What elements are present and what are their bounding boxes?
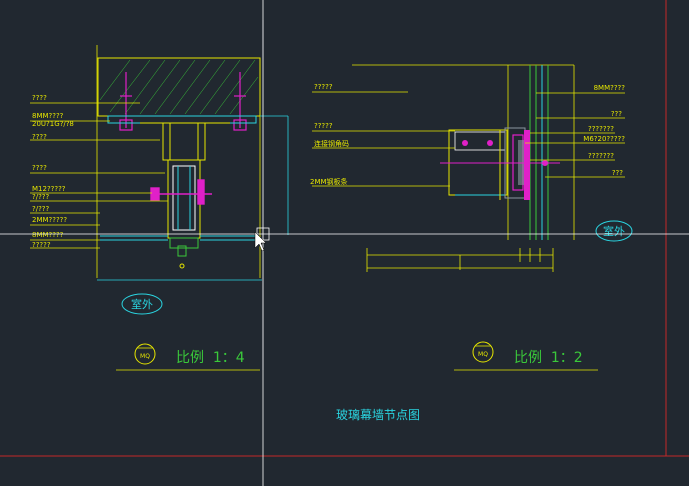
left-label-6: ?/??? <box>32 193 50 201</box>
cad-drawing-canvas[interactable]: ???? 8MM???? 20U?1G?/?8 ???? ???? M12???… <box>0 0 689 486</box>
left-label-10: ????? <box>32 241 51 249</box>
left-detail: ???? 8MM???? 20U?1G?/?8 ???? ???? M12???… <box>30 45 289 371</box>
left-label-5: M12????? <box>32 185 66 193</box>
left-label-3: ???? <box>32 133 47 141</box>
right-scale-text: 比例 1：2 <box>514 350 583 366</box>
right-exterior-tag: 室外 <box>595 220 633 242</box>
right-label-left-1: ????? <box>314 122 333 130</box>
svg-text:室外: 室外 <box>603 224 625 238</box>
right-scale-symbol: MQ 比例 1：2 <box>454 341 598 371</box>
mullion <box>167 159 201 239</box>
left-label-9: 8MM???? <box>32 231 64 239</box>
left-scale-text: 比例 1：4 <box>176 350 245 366</box>
right-label-right-0: 8MM???? <box>594 84 626 92</box>
right-label-left-3: 2MM钢板条 <box>310 177 348 186</box>
drawing-frame <box>0 0 689 457</box>
right-labels-left: ????? ????? 连接钢角码 2MM钢板条 <box>310 83 349 186</box>
left-label-7: ?/??? <box>32 205 50 213</box>
left-label-2: 20U?1G?/?8 <box>32 120 74 128</box>
right-label-right-3: M6?20????? <box>583 135 625 143</box>
left-exterior-tag: 室外 <box>121 293 163 315</box>
left-label-4: ???? <box>32 164 47 172</box>
concrete-slab <box>97 57 261 117</box>
left-label-8: 2MM????? <box>32 216 67 224</box>
anchor-bolts <box>119 72 247 131</box>
right-labels-right: 8MM???? ??? ??????? M6?20????? ??????? ?… <box>583 84 625 177</box>
right-label-right-2: ??????? <box>588 125 614 133</box>
right-label-left-0: ????? <box>314 83 333 91</box>
svg-text:MQ: MQ <box>478 351 488 358</box>
pointer-arrow-icon <box>254 231 267 252</box>
svg-text:MQ: MQ <box>140 353 150 360</box>
right-detail: ????? ????? 连接钢角码 2MM钢板条 8MM???? ??? ???… <box>310 64 633 371</box>
left-label-0: ???? <box>32 94 47 102</box>
right-label-right-1: ??? <box>611 110 622 118</box>
right-label-right-5: ??? <box>612 169 623 177</box>
mullion-bolt <box>150 179 212 205</box>
left-labels: ???? 8MM???? 20U?1G?/?8 ???? ???? M12???… <box>32 94 74 249</box>
left-scale-symbol: MQ 比例 1：4 <box>116 343 260 371</box>
drawing-title: 玻璃幕墙节点图 <box>336 408 420 422</box>
right-label-left-2: 连接钢角码 <box>314 139 349 148</box>
angle-brackets <box>140 122 230 161</box>
slab-hatch <box>99 59 259 115</box>
right-label-right-4: ??????? <box>588 152 614 160</box>
left-label-1: 8MM???? <box>32 112 64 120</box>
svg-text:室外: 室外 <box>131 297 153 311</box>
